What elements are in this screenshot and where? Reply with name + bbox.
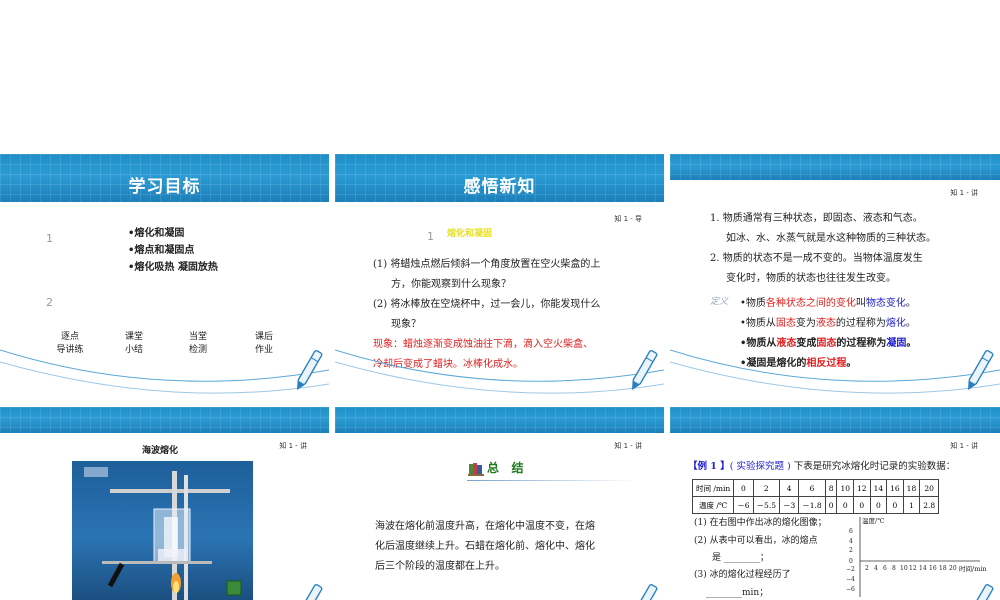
decorative-curve: [335, 349, 664, 394]
video-caption: 海波熔化: [142, 446, 179, 456]
definition-line: •物质从固态变为液态的过程称为熔化。: [740, 318, 916, 329]
summary-text: 化后温度继续上升。石蜡在熔化前、熔化中、熔化: [375, 541, 595, 552]
y-tick: −4: [846, 576, 855, 583]
section-heading: 熔化和凝固: [447, 229, 493, 239]
y-axis-label: 温度/℃: [862, 516, 884, 525]
experiment-apparatus-image: [84, 467, 242, 600]
example-line: 【例 1 】( 实验探究题 ) 下表是研究冰熔化时记录的实验数据：: [688, 461, 956, 472]
section-number: 1: [46, 232, 53, 245]
decorative-curve: [670, 349, 1000, 394]
books-icon: [468, 461, 484, 476]
paragraph-text: 1. 物质通常有三种状态，即固态、液态和气态。: [710, 213, 923, 224]
question-text: (1) 在右图中作出冰的熔化图像；: [694, 518, 827, 528]
slide-1[interactable]: 学习目标 1 •熔化和凝固 •熔点和凝固点 •熔化吸热 凝固放热 2 逐点 导讲…: [0, 154, 329, 400]
slide-3[interactable]: 知 1 - 讲 1. 物质通常有三种状态，即固态、液态和气态。 如冰、水、水蒸气…: [670, 154, 1000, 400]
pen-icon: [968, 349, 994, 391]
table-row: 时间 /min 0 2 4 6 8 10 12 14 16 18 20: [691, 479, 940, 497]
lecture-label: 知 1 - 讲: [950, 189, 978, 197]
x-tick: 12: [909, 565, 917, 572]
bullet-item: •熔化吸热 凝固放热: [128, 262, 218, 273]
definition-line: •物质各种状态之间的变化叫物态变化。: [740, 298, 916, 309]
lecture-label: 知 1 - 讲: [614, 442, 642, 450]
divider: [467, 480, 637, 481]
slide-4[interactable]: 知 1 - 讲 海波熔化: [0, 407, 329, 600]
question-text: 方，你能观察到什么现象？: [391, 279, 511, 290]
x-tick: 6: [883, 565, 887, 572]
x-tick: 4: [874, 565, 878, 572]
title-banner: [670, 154, 1000, 180]
question-text: (3) 冰的熔化过程经历了: [694, 570, 791, 580]
title-banner: [670, 407, 1000, 433]
pen-icon: [968, 583, 994, 600]
slide-2[interactable]: 感悟新知 知 1 - 导 1 熔化和凝固 (1) 将蜡烛点燃后倾斜一个角度放置在…: [335, 154, 664, 400]
y-tick: 2: [849, 547, 853, 554]
x-tick: 16: [929, 565, 937, 572]
y-tick: −6: [846, 586, 855, 593]
question-text: (2) 将冰棒放在空烧杯中，过一会儿，你能发现什么: [373, 299, 601, 310]
question-text: 现象？: [391, 319, 421, 330]
summary-text: 后三个阶段的温度都在上升。: [375, 561, 505, 572]
y-tick: −2: [846, 566, 855, 573]
lecture-label: 知 1 - 导: [614, 215, 642, 223]
section-number: 1: [427, 230, 434, 243]
x-tick: 14: [919, 565, 927, 572]
x-tick: 18: [939, 565, 947, 572]
lecture-label: 知 1 - 讲: [950, 442, 978, 450]
lecture-label: 知 1 - 讲: [279, 442, 307, 450]
x-tick: 20: [949, 565, 957, 572]
x-tick: 2: [865, 565, 869, 572]
y-tick: 6: [849, 528, 853, 535]
y-tick: 4: [849, 538, 853, 545]
section-number: 2: [46, 296, 53, 309]
table-row: 温度 /℃ －6 －5.5 －3 －1.8 0 0 0 0 0 1 2.8: [691, 496, 940, 514]
paragraph-text: 如冰、水、水蒸气就是水这种物质的三种状态。: [726, 233, 936, 244]
slide-title: 学习目标: [128, 177, 201, 197]
paragraph-text: 2. 物质的状态不是一成不变的。当物体温度发生: [710, 253, 923, 264]
pen-icon: [632, 349, 658, 391]
paragraph-text: 变化时，物质的状态也往往发生改变。: [726, 273, 896, 284]
pen-icon: [297, 583, 323, 600]
definition-label: 定义: [710, 297, 729, 307]
title-banner: [335, 407, 664, 433]
experiment-video[interactable]: [72, 461, 253, 600]
x-tick: 10: [900, 565, 908, 572]
summary-text: 海波在熔化前温度升高，在熔化中温度不变，在熔: [375, 521, 595, 532]
summary-title: 总 结: [487, 461, 524, 475]
question-text: (1) 将蜡烛点燃后倾斜一个角度放置在空火柴盒的上: [373, 259, 601, 270]
pen-icon: [297, 349, 323, 391]
pen-icon: [632, 583, 658, 600]
decorative-curve: [0, 349, 329, 394]
slide-5[interactable]: 知 1 - 讲 总 结 海波在熔化前温度升高，在熔化中温度不变，在熔 化后温度继…: [335, 407, 664, 600]
title-banner: [0, 407, 329, 433]
data-table: 时间 /min 0 2 4 6 8 10 12 14 16 18 20 温度 /℃ －6 －5.5 －3…: [691, 479, 940, 514]
x-axis-label: 时间/min: [959, 564, 987, 573]
slide-6[interactable]: 知 1 - 讲 【例 1 】( 实验探究题 ) 下表是研究冰熔化时记录的实验数据…: [670, 407, 1000, 600]
question-text: ________min；: [706, 588, 769, 598]
slide-title: 感悟新知: [463, 177, 536, 197]
y-tick: 0: [849, 558, 853, 565]
x-tick: 8: [892, 565, 896, 572]
